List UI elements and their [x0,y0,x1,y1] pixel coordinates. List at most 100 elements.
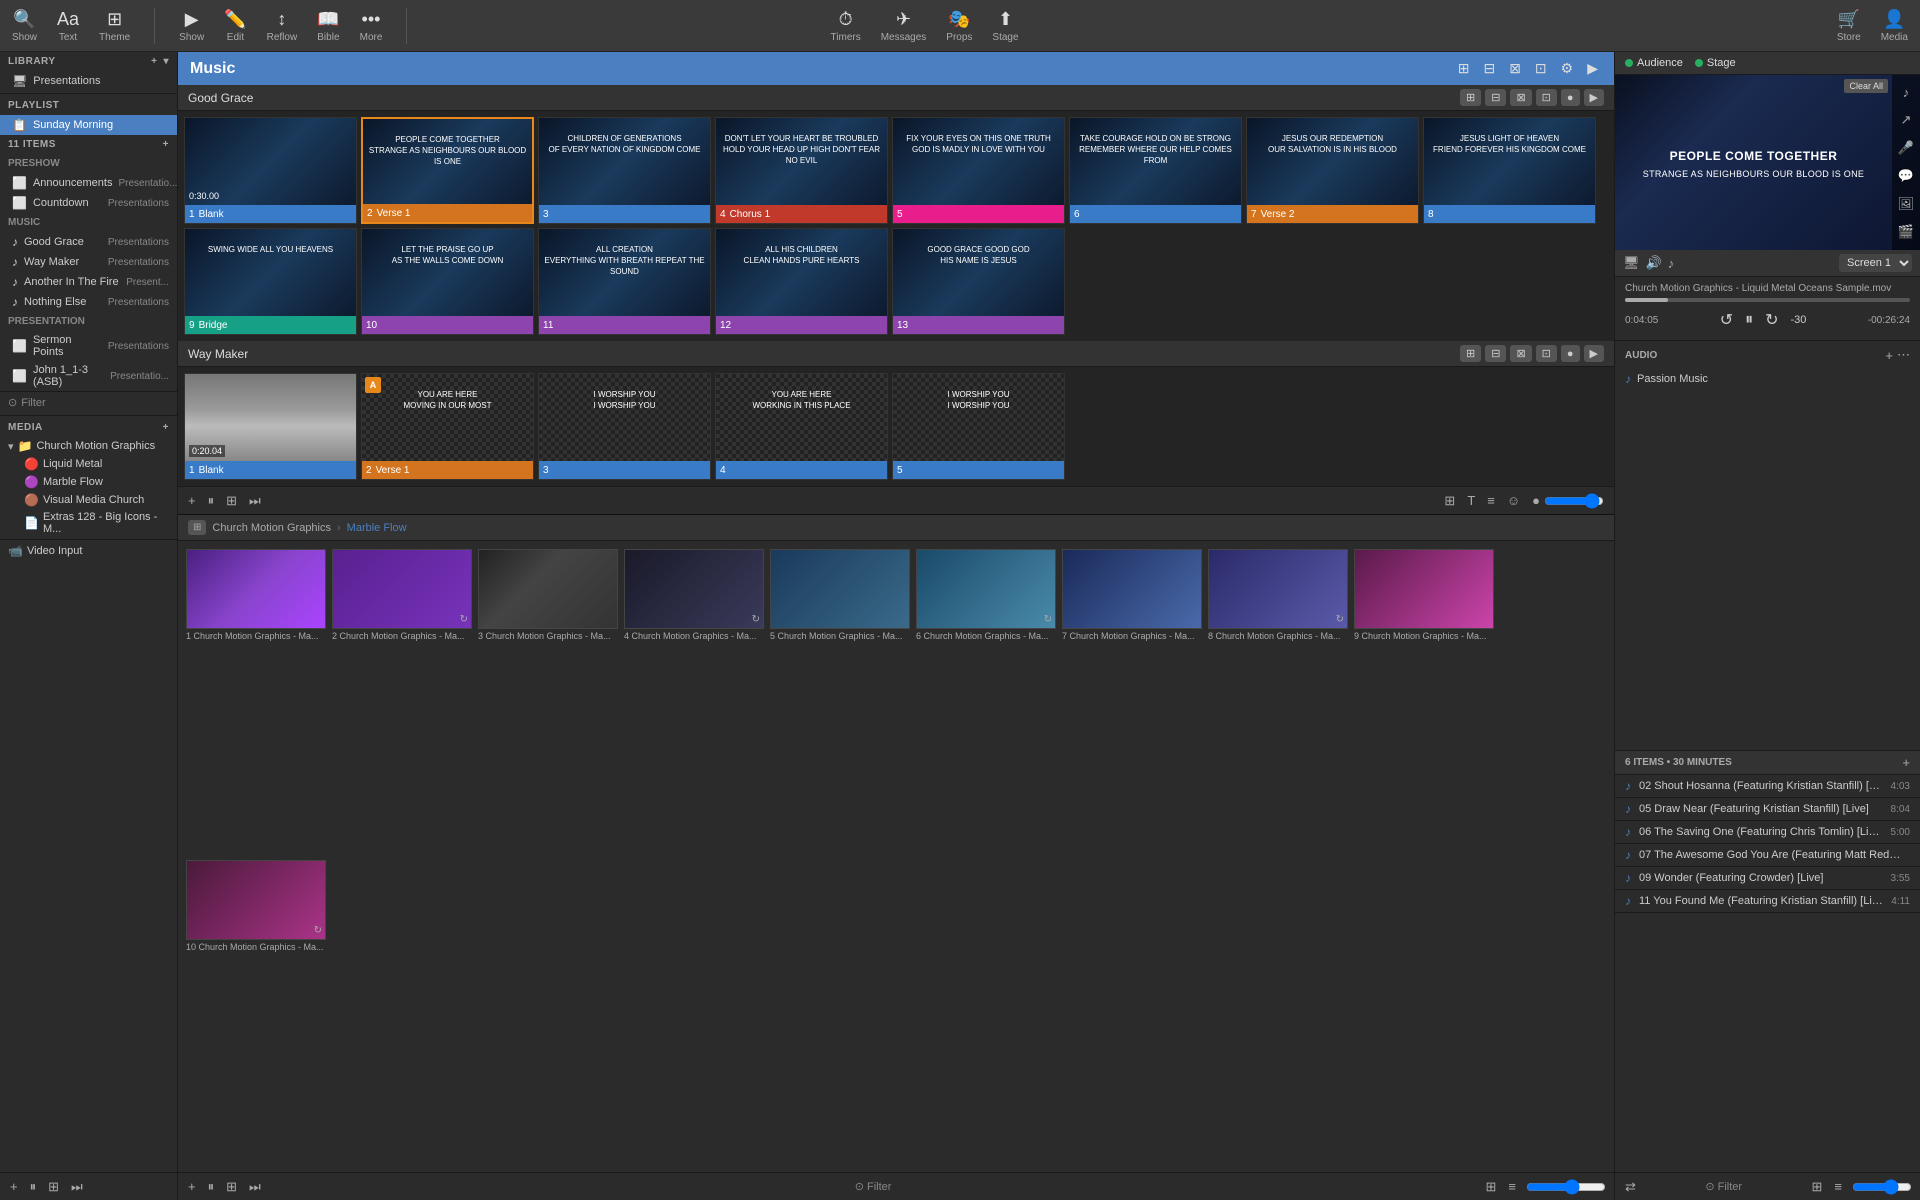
media-item-church-motion[interactable]: ▾ 📁 Church Motion Graphics [0,437,177,455]
vid-minus30-btn[interactable]: -30 [1791,314,1807,326]
messages-tool[interactable]: ✈ Messages [881,9,927,43]
slide-item-gg-7[interactable]: S JESUS OUR REDEMPTIONOUR SALVATION IS I… [1246,117,1419,224]
pause-btn[interactable]: ⏸ [28,1177,39,1197]
slide-item-gg-2[interactable]: A PEOPLE COME TOGETHERSTRANGE AS NEIGHBO… [361,117,534,224]
props-tool[interactable]: 🎭 Props [946,9,972,43]
wm-grid-btn2[interactable]: ⊞ [224,491,239,511]
slide-item-gg-1[interactable]: 0:30.00 1 Blank [184,117,357,224]
header-view2-btn[interactable]: ⊟ [1479,58,1499,79]
media-plus-btn[interactable]: + [163,422,169,433]
media-thumb-7[interactable]: 7 Church Motion Graphics - Ma... [1062,549,1202,854]
media-item-marble-flow[interactable]: 🟣 Marble Flow [0,473,177,491]
wm-view2-btn[interactable]: ⊟ [1485,345,1506,362]
forward-btn[interactable]: ▶ [1583,58,1602,79]
gg-view3-btn[interactable]: ⊠ [1510,89,1531,106]
playlist-item-2[interactable]: ♪ 05 Draw Near (Featuring Kristian Stanf… [1615,798,1920,821]
audio-add-btn[interactable]: + [1885,347,1893,363]
slide-item-gg-4[interactable]: C DON'T LET YOUR HEART BE TROUBLEDHOLD Y… [715,117,888,224]
audio-item-passion[interactable]: ♪ Passion Music [1625,369,1910,389]
playlist-item-1[interactable]: ♪ 02 Shout Hosanna (Featuring Kristian S… [1615,775,1920,798]
gg-view4-btn[interactable]: ⊡ [1536,89,1557,106]
media-view-grid-btn[interactable]: ⊞ [1484,1177,1499,1197]
header-view1-btn[interactable]: ⊞ [1454,58,1474,79]
theme-tool[interactable]: ⊞ Theme [99,9,130,43]
text-tool[interactable]: Aa Text [57,9,79,43]
media-thumb-6[interactable]: ↻ 6 Church Motion Graphics - Ma... [916,549,1056,854]
header-view3-btn[interactable]: ⊠ [1505,58,1525,79]
rp-zoom-slider[interactable] [1852,1179,1912,1195]
media-thumb-2[interactable]: ↻ 2 Church Motion Graphics - Ma... [332,549,472,854]
sidebar-item-announcements[interactable]: ⬜ Announcements Presentatio... [0,173,177,193]
gg-forward-btn[interactable]: ▶ [1584,89,1604,106]
sidebar-item-countdown[interactable]: ⬜ Countdown Presentations [0,193,177,213]
media-pause-btn[interactable]: ⏸ [206,1177,217,1197]
sidebar-item-way-maker[interactable]: ♪ Way Maker Presentations [0,252,177,272]
audio-settings-btn[interactable]: ⋯ [1897,347,1910,363]
slide-item-gg-5[interactable]: FIX YOUR EYES ON THIS ONE TRUTHGOD IS MA… [892,117,1065,224]
wm-list-btn[interactable]: ≡ [1485,491,1497,510]
slide-item-wm-2[interactable]: A YOU ARE HEREMOVING IN OUR MOST 2 Verse… [361,373,534,480]
slide-item-gg-3[interactable]: CHILDREN OF GENERATIONSOF EVERY NATION O… [538,117,711,224]
media-thumb-5[interactable]: 5 Church Motion Graphics - Ma... [770,549,910,854]
add-item-btn[interactable]: + [8,1177,20,1196]
wm-view4-btn[interactable]: ⊡ [1536,345,1557,362]
rp-monitor-btn[interactable]: 🖥 [1623,255,1640,271]
media-thumb-1[interactable]: 1 Church Motion Graphics - Ma... [186,549,326,854]
rs-music-icon[interactable]: ♪ [1903,85,1910,100]
sidebar-item-presentations[interactable]: 🖥 Presentations [0,71,177,91]
library-collapse-btn[interactable]: ▾ [163,56,169,67]
slide-item-gg-13[interactable]: GOOD GRACE GOOD GODHIS NAME IS JESUS 13 [892,228,1065,335]
grid-btn[interactable]: ⊞ [46,1177,61,1197]
wm-view1-btn[interactable]: ⊞ [1460,345,1481,362]
sidebar-item-another-fire[interactable]: ♪ Another In The Fire Present... [0,272,177,292]
bible-tool[interactable]: 📖 Bible [317,9,339,43]
store-tool[interactable]: 🛒 Store [1837,9,1861,43]
media-thumb-9[interactable]: 9 Church Motion Graphics - Ma... [1354,549,1494,854]
wm-grid-view-btn[interactable]: ⊞ [1442,491,1457,511]
wm-slider-btn[interactable]: ● [1530,491,1606,511]
gg-view2-btn[interactable]: ⊟ [1485,89,1506,106]
slide-item-wm-3[interactable]: I WORSHIP YOUI WORSHIP YOU 3 [538,373,711,480]
timers-tool[interactable]: ⏱ Timers [831,9,861,43]
media-add-btn[interactable]: + [186,1177,198,1196]
rp-grid-view-btn[interactable]: ⊞ [1810,1177,1825,1197]
sidebar-item-sunday-morning[interactable]: 📋 Sunday Morning [0,115,177,135]
media-next-btn[interactable]: ⏭ [247,1177,263,1197]
slide-item-gg-12[interactable]: ALL HIS CHILDRENCLEAN HANDS PURE HEARTS … [715,228,888,335]
media-view-list-btn[interactable]: ≡ [1506,1177,1518,1196]
vid-rewind-btn[interactable]: ↺ [1720,310,1733,330]
rs-message-icon[interactable]: 💬 [1898,168,1914,184]
rs-mic-icon[interactable]: 🎤 [1898,140,1914,156]
edit-tool[interactable]: ✏️ Edit [224,9,246,43]
slide-item-wm-1[interactable]: 0:20.04 1 Blank [184,373,357,480]
wm-next-btn2[interactable]: ⏭ [247,491,263,511]
header-view4-btn[interactable]: ⊡ [1531,58,1551,79]
media-thumb-3[interactable]: 3 Church Motion Graphics - Ma... [478,549,618,854]
media-tool[interactable]: 👤 Media [1881,9,1908,43]
breadcrumb-marble-flow[interactable]: Marble Flow [347,522,407,534]
wm-pause-btn2[interactable]: ⏸ [206,491,217,511]
reflow-tool[interactable]: ↕ Reflow [267,9,298,43]
more-tool[interactable]: ••• More [360,9,383,43]
sidebar-item-nothing-else[interactable]: ♪ Nothing Else Presentations [0,292,177,312]
vid-pause-btn[interactable]: ⏸ [1745,311,1753,329]
screen-select[interactable]: Screen 1 [1839,254,1912,272]
show-tool[interactable]: ▶ Show [179,9,204,43]
slide-item-wm-4[interactable]: YOU ARE HEREWORKING IN THIS PLACE 4 [715,373,888,480]
sidebar-item-sermon-points[interactable]: ⬜ Sermon Points Presentations [0,331,177,361]
gg-play-btn[interactable]: ● [1561,89,1580,106]
slide-item-gg-6[interactable]: TAKE COURAGE HOLD ON BE STRONGREMEMBER W… [1069,117,1242,224]
wm-forward-btn[interactable]: ▶ [1584,345,1604,362]
next-btn[interactable]: ⏭ [69,1177,85,1197]
wm-view3-btn[interactable]: ⊠ [1510,345,1531,362]
media-thumb-4[interactable]: ↻ 4 Church Motion Graphics - Ma... [624,549,764,854]
rp-note-btn[interactable]: ♪ [1668,256,1675,271]
settings-btn[interactable]: ⚙ [1557,58,1578,79]
media-grid-btn[interactable]: ⊞ [224,1177,239,1197]
media-thumb-10[interactable]: ↻ 10 Church Motion Graphics - Ma... [186,860,326,1165]
library-plus-btn[interactable]: + [151,56,157,67]
stage-tool[interactable]: ⬆ Stage [992,9,1018,43]
playlist-item-4[interactable]: ♪ 07 The Awesome God You Are (Featuring … [1615,844,1920,867]
wm-text-btn[interactable]: T [1465,491,1477,510]
zoom-slider[interactable] [1544,493,1604,509]
